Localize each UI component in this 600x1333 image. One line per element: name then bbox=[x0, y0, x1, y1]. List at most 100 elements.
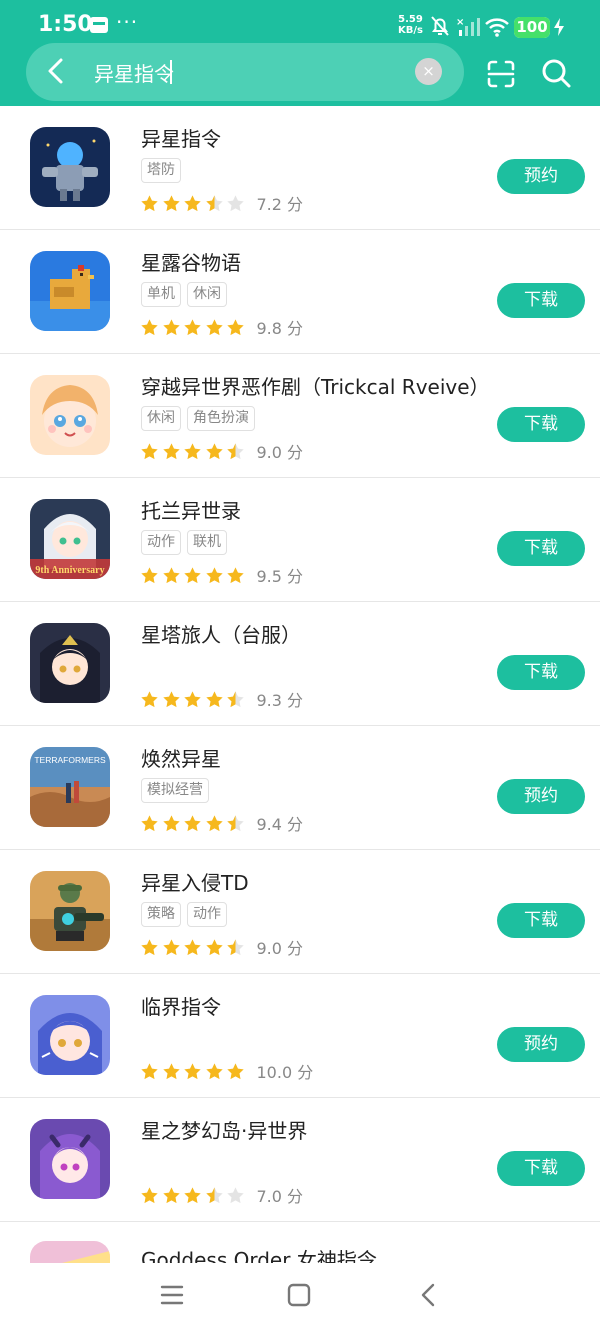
download-button[interactable]: 下载 bbox=[497, 655, 585, 690]
rating-star-icon bbox=[227, 814, 244, 831]
app-tags: 塔防 bbox=[141, 158, 181, 183]
critical-command-game-icon[interactable] bbox=[30, 995, 110, 1075]
app-tag: 模拟经营 bbox=[141, 778, 209, 803]
star-dream-island-game-icon[interactable] bbox=[30, 1119, 110, 1199]
app-name[interactable]: 异星指令 bbox=[141, 123, 221, 152]
app-score: 9.4 分 bbox=[256, 815, 304, 834]
network-speed-value: 5.59 bbox=[398, 14, 423, 25]
rating-star-icon bbox=[184, 1062, 201, 1079]
svg-text:×: × bbox=[456, 17, 464, 28]
rating-star-icon bbox=[162, 690, 180, 707]
app-score: 9.5 分 bbox=[256, 567, 304, 586]
rating-star-icon bbox=[162, 814, 180, 831]
search-input[interactable] bbox=[94, 56, 394, 88]
rating-star-icon bbox=[162, 1186, 180, 1203]
rating-star-icon bbox=[162, 1062, 180, 1079]
rating-star-icon bbox=[184, 938, 201, 955]
nav-back-icon[interactable] bbox=[418, 1283, 438, 1307]
trickcal-game-icon[interactable] bbox=[30, 375, 110, 455]
rating-star-icon bbox=[205, 318, 223, 335]
rating-star-icon bbox=[184, 318, 201, 335]
app-rating: 9.0 分 bbox=[140, 935, 303, 959]
reserve-button[interactable]: 预约 bbox=[497, 779, 585, 814]
app-tag: 联机 bbox=[187, 530, 227, 555]
rating-star-icon bbox=[141, 1062, 158, 1079]
battery-indicator: 100 bbox=[514, 17, 550, 38]
app-list-item[interactable]: 星露谷物语 单机 休闲 9.8 分 下载 bbox=[0, 230, 600, 354]
app-tags: 休闲 角色扮演 bbox=[141, 406, 255, 431]
reserve-button[interactable]: 预约 bbox=[497, 1027, 585, 1062]
app-name[interactable]: Goddess Order 女神指令 bbox=[141, 1244, 377, 1263]
app-list-item[interactable]: 异星指令 塔防 7.2 分 预约 bbox=[0, 106, 600, 230]
download-button[interactable]: 下载 bbox=[497, 407, 585, 442]
recent-apps-icon[interactable] bbox=[160, 1283, 184, 1307]
download-button[interactable]: 下载 bbox=[497, 531, 585, 566]
app-name[interactable]: 星之梦幻岛·异世界 bbox=[141, 1115, 307, 1144]
rating-star-icon bbox=[205, 938, 223, 955]
app-list-item[interactable]: TERRAFORMERS 焕然异星 模拟经营 9.4 分 预约 bbox=[0, 726, 600, 850]
search-results-list[interactable]: 异星指令 塔防 7.2 分 预约 星露谷物语 单机 休闲 9.8 分 下载 穿越异… bbox=[0, 106, 600, 1263]
rating-star-icon bbox=[227, 690, 244, 707]
rating-star-icon bbox=[141, 938, 158, 955]
app-name[interactable]: 托兰异世录 bbox=[141, 495, 241, 524]
notification-app-icon bbox=[90, 17, 108, 33]
goddess-order-game-icon[interactable] bbox=[30, 1241, 110, 1263]
app-rating: 9.0 分 bbox=[140, 439, 303, 463]
wifi-icon bbox=[485, 18, 509, 37]
alien-invasion-td-game-icon[interactable] bbox=[30, 871, 110, 951]
app-name[interactable]: 星露谷物语 bbox=[141, 247, 241, 276]
rating-star-icon bbox=[184, 566, 201, 583]
app-list-item[interactable]: 穿越异世界恶作剧（Trickcal Rveive） 休闲 角色扮演 9.0 分 下… bbox=[0, 354, 600, 478]
scan-icon[interactable] bbox=[486, 59, 516, 89]
download-button[interactable]: 下载 bbox=[497, 903, 585, 938]
alien-command-game-icon[interactable] bbox=[30, 127, 110, 207]
rating-star-icon bbox=[184, 690, 201, 707]
rating-star-icon bbox=[184, 814, 201, 831]
home-icon[interactable] bbox=[287, 1283, 311, 1307]
app-score: 9.0 分 bbox=[256, 443, 304, 462]
app-header: 1:50 ··· 5.59 KB/s × 100 异星指令 × bbox=[0, 0, 600, 106]
app-list-item[interactable]: 9th Anniversary 托兰异世录 动作 联机 9.5 分 下载 bbox=[0, 478, 600, 602]
app-name[interactable]: 穿越异世界恶作剧（Trickcal Rveive） bbox=[141, 371, 490, 400]
app-name[interactable]: 星塔旅人（台服） bbox=[141, 619, 301, 648]
icon-title-text: TERRAFORMERS bbox=[34, 755, 106, 765]
app-tags: 单机 休闲 bbox=[141, 282, 227, 307]
app-name[interactable]: 焕然异星 bbox=[141, 743, 221, 772]
system-navigation-bar bbox=[0, 1263, 600, 1333]
rating-star-icon bbox=[227, 566, 244, 583]
app-name[interactable]: 异星入侵TD bbox=[141, 867, 249, 896]
download-button[interactable]: 下载 bbox=[497, 1151, 585, 1186]
rating-star-icon bbox=[184, 1186, 201, 1203]
clear-search-button[interactable]: × bbox=[415, 58, 442, 85]
rating-star-icon bbox=[162, 442, 180, 459]
app-name[interactable]: 临界指令 bbox=[141, 991, 221, 1020]
app-tags: 策略 动作 bbox=[141, 902, 227, 927]
rating-star-icon bbox=[141, 690, 158, 707]
rating-star-icon bbox=[205, 194, 223, 211]
app-list-item[interactable]: Goddess Order 女神指令 bbox=[0, 1222, 600, 1263]
rating-star-icon bbox=[141, 318, 158, 335]
app-list-item[interactable]: 星之梦幻岛·异世界 7.0 分 下载 bbox=[0, 1098, 600, 1222]
app-score: 7.0 分 bbox=[256, 1187, 304, 1206]
stardew-chicken-game-icon[interactable] bbox=[30, 251, 110, 331]
rating-star-icon bbox=[141, 442, 158, 459]
rating-star-icon bbox=[227, 194, 244, 211]
rating-star-icon bbox=[205, 814, 223, 831]
app-tag: 角色扮演 bbox=[187, 406, 255, 431]
app-score: 10.0 分 bbox=[256, 1063, 314, 1082]
rating-star-icon bbox=[205, 1062, 223, 1079]
reserve-button[interactable]: 预约 bbox=[497, 159, 585, 194]
back-arrow-icon[interactable] bbox=[44, 57, 68, 85]
rating-star-icon bbox=[227, 938, 244, 955]
terraformers-game-icon[interactable]: TERRAFORMERS bbox=[30, 747, 110, 827]
tolan-anime-game-icon[interactable]: 9th Anniversary bbox=[30, 499, 110, 579]
app-list-item[interactable]: 星塔旅人（台服） 9.3 分 下载 bbox=[0, 602, 600, 726]
rating-star-icon bbox=[162, 318, 180, 335]
search-icon[interactable] bbox=[540, 57, 572, 89]
star-tower-game-icon[interactable] bbox=[30, 623, 110, 703]
app-list-item[interactable]: 临界指令 10.0 分 预约 bbox=[0, 974, 600, 1098]
app-list-item[interactable]: 异星入侵TD 策略 动作 9.0 分 下载 bbox=[0, 850, 600, 974]
rating-star-icon bbox=[141, 194, 158, 211]
download-button[interactable]: 下载 bbox=[497, 283, 585, 318]
battery-level: 100 bbox=[516, 18, 548, 36]
